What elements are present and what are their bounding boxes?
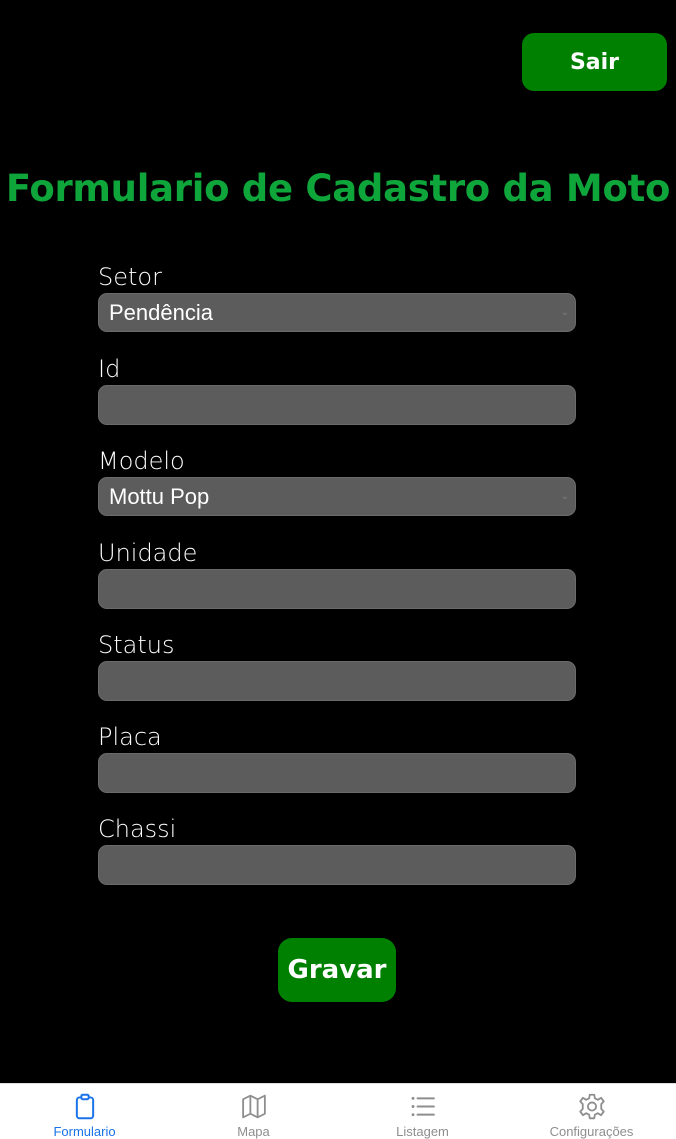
id-input[interactable] xyxy=(98,385,576,425)
chassi-label: Chassi xyxy=(98,815,177,843)
motorcycle-form: Setor Pendência ⌄ Id Modelo Mottu Pop ⌄ … xyxy=(98,262,576,906)
setor-value: Pendência xyxy=(109,299,213,325)
page-title: Formulario de Cadastro da Moto xyxy=(5,167,671,210)
tab-label: Configurações xyxy=(549,1124,634,1139)
tab-label: Listagem xyxy=(396,1124,449,1139)
unidade-label: Unidade xyxy=(98,539,198,567)
setor-label: Setor xyxy=(98,263,162,291)
tab-listagem[interactable]: Listagem xyxy=(338,1084,507,1139)
placa-label: Placa xyxy=(98,723,162,751)
modelo-value: Mottu Pop xyxy=(109,483,210,509)
tab-formulario[interactable]: Formulario xyxy=(0,1084,169,1139)
save-button[interactable]: Gravar xyxy=(278,938,396,1002)
tab-configuracoes[interactable]: Configurações xyxy=(507,1084,676,1139)
list-icon xyxy=(411,1096,435,1117)
clipboard-icon xyxy=(75,1093,94,1120)
id-label: Id xyxy=(98,355,121,383)
modelo-select[interactable]: Mottu Pop ⌄ xyxy=(98,477,576,516)
tab-label: Mapa xyxy=(237,1124,270,1139)
modelo-label: Modelo xyxy=(98,447,185,475)
chevron-down-icon: ⌄ xyxy=(560,306,569,318)
tab-label: Formulario xyxy=(53,1124,116,1139)
placa-input[interactable] xyxy=(98,753,576,793)
gear-icon xyxy=(578,1093,605,1120)
logout-button[interactable]: Sair xyxy=(522,33,667,91)
app-screen: Sair Formulario de Cadastro da Moto Seto… xyxy=(0,0,676,1139)
bottom-tab-bar: Formulario Mapa Listagem Configurações xyxy=(0,1083,676,1139)
map-icon xyxy=(241,1094,266,1119)
status-input[interactable] xyxy=(98,661,576,701)
setor-select[interactable]: Pendência ⌄ xyxy=(98,293,576,332)
unidade-input[interactable] xyxy=(98,569,576,609)
chassi-input[interactable] xyxy=(98,845,576,885)
tab-mapa[interactable]: Mapa xyxy=(169,1084,338,1139)
chevron-down-icon: ⌄ xyxy=(560,490,569,502)
status-label: Status xyxy=(98,631,175,659)
